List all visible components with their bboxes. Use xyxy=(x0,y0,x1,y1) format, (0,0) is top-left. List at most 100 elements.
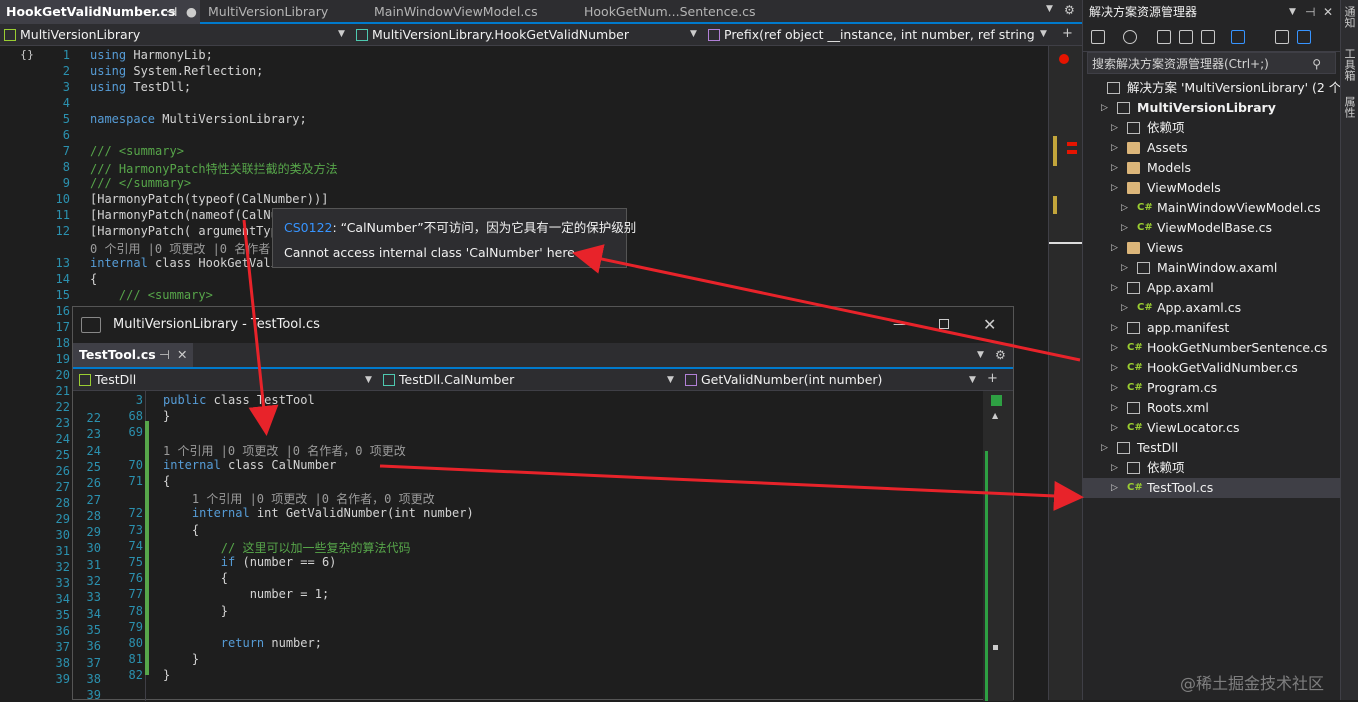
collapse-icon[interactable] xyxy=(1179,30,1193,44)
type-dropdown[interactable]: TestDll.CalNumber xyxy=(379,370,679,390)
expand-icon[interactable]: ▷ xyxy=(1111,458,1118,478)
pin-icon[interactable]: ⊣ xyxy=(159,343,170,367)
expand-icon[interactable]: ▷ xyxy=(1111,358,1118,378)
tree-item[interactable]: ▷ ViewModels xyxy=(1083,178,1341,198)
pin-icon[interactable]: ⊣ xyxy=(1305,0,1315,24)
history-icon[interactable] xyxy=(1123,30,1137,44)
tab-hookgetvalidnumber[interactable]: HookGetValidNumber.cs ⊣ ● xyxy=(0,0,200,24)
chevron-down-icon[interactable]: ▼ xyxy=(365,375,372,385)
copy-icon[interactable] xyxy=(1201,30,1215,44)
close-icon[interactable]: ✕ xyxy=(177,343,187,367)
preview-icon[interactable] xyxy=(1297,30,1311,44)
toolbox-tab[interactable]: 工具箱 xyxy=(1343,48,1357,81)
member-dropdown[interactable]: Prefix(ref object __instance, int number… xyxy=(704,25,1036,45)
tree-item[interactable]: ▷ MainWindow.axaml xyxy=(1083,258,1341,278)
project-dropdown[interactable]: MultiVersionLibrary xyxy=(0,25,348,45)
type-dropdown[interactable]: MultiVersionLibrary.HookGetValidNumber xyxy=(352,25,698,45)
chevron-down-icon[interactable]: ▼ xyxy=(667,375,674,385)
member-dropdown[interactable]: GetValidNumber(int number) xyxy=(681,370,971,390)
type-label: TestDll.CalNumber xyxy=(399,372,515,387)
search-icon[interactable]: ⚲ xyxy=(1312,53,1321,75)
tab-testtool[interactable]: TestTool.cs ⊣ ✕ xyxy=(73,343,193,367)
expand-icon[interactable]: ▷ xyxy=(1111,418,1118,438)
floating-navigation-bar: TestDll ▼ TestDll.CalNumber ▼ GetValidNu… xyxy=(73,369,1013,391)
chevron-down-icon[interactable]: ▼ xyxy=(1040,29,1047,39)
folder-icon xyxy=(1127,142,1140,154)
tree-item[interactable]: ▷ MultiVersionLibrary xyxy=(1083,98,1341,118)
tree-item[interactable]: ▷ C# App.axaml.cs xyxy=(1083,298,1341,318)
settings-gear-icon[interactable]: ⚙ xyxy=(1064,3,1075,17)
chevron-down-icon[interactable]: ▼ xyxy=(969,375,976,385)
tab-multiversionlibrary[interactable]: MultiVersionLibrary xyxy=(202,0,362,24)
expand-icon[interactable]: ▷ xyxy=(1121,218,1128,238)
close-icon[interactable]: ✕ xyxy=(983,307,996,343)
tab-hookgetnumbersentence[interactable]: HookGetNum...Sentence.cs xyxy=(578,0,778,24)
tab-overflow-icon[interactable]: ▼ xyxy=(1046,4,1053,14)
expand-icon[interactable]: ▷ xyxy=(1111,318,1118,338)
expand-icon[interactable]: ▷ xyxy=(1111,118,1118,138)
tree-item[interactable]: ▷ Views xyxy=(1083,238,1341,258)
pin-icon[interactable]: ⊣ xyxy=(166,0,177,24)
editor-scrollbar[interactable] xyxy=(1048,46,1083,700)
expand-icon[interactable]: ▷ xyxy=(1121,198,1128,218)
expand-icon[interactable]: ▷ xyxy=(1111,378,1118,398)
tab-overflow-icon[interactable]: ▼ xyxy=(977,350,984,360)
expand-icon[interactable]: ▷ xyxy=(1111,398,1118,418)
line-number: 76 xyxy=(128,571,143,586)
expand-icon[interactable]: ▷ xyxy=(1111,158,1118,178)
solution-search-input[interactable]: 搜索解决方案资源管理器(Ctrl+;) ⚲ xyxy=(1087,52,1336,74)
expand-icon[interactable]: ▷ xyxy=(1121,298,1128,318)
expand-icon[interactable]: ▷ xyxy=(1111,478,1118,498)
floating-editor-window[interactable]: MultiVersionLibrary - TestTool.cs — ✕ Te… xyxy=(72,306,1014,702)
vs-icon[interactable] xyxy=(1091,30,1105,44)
minimize-icon[interactable]: — xyxy=(893,307,906,343)
expand-icon[interactable]: ▷ xyxy=(1121,258,1128,278)
tree-item[interactable]: ▷ C# ViewLocator.cs xyxy=(1083,418,1341,438)
chevron-down-icon[interactable]: ▼ xyxy=(690,29,697,39)
tree-item[interactable]: ▷ Roots.xml xyxy=(1083,398,1341,418)
tree-item[interactable]: ▷ C# HookGetNumberSentence.cs xyxy=(1083,338,1341,358)
split-icon[interactable]: + xyxy=(987,371,998,386)
expand-icon[interactable]: ▷ xyxy=(1111,178,1118,198)
tree-item[interactable]: ▷ app.manifest xyxy=(1083,318,1341,338)
scroll-up-icon[interactable]: ▲ xyxy=(992,411,998,420)
tree-item[interactable]: ▷ 依赖项 xyxy=(1083,458,1341,478)
tree-item[interactable]: 解决方案 'MultiVersionLibrary' (2 个项目，共 xyxy=(1083,78,1358,98)
tree-item[interactable]: ▷ C# HookGetValidNumber.cs xyxy=(1083,358,1341,378)
expand-icon[interactable]: ▷ xyxy=(1111,238,1118,258)
chevron-down-icon[interactable]: ▼ xyxy=(1289,0,1296,24)
window-titlebar[interactable]: MultiVersionLibrary - TestTool.cs — ✕ xyxy=(73,307,1013,343)
line-number: 78 xyxy=(128,603,143,618)
expand-icon[interactable]: ▷ xyxy=(1101,98,1108,118)
tab-mainwindowviewmodel[interactable]: MainWindowViewModel.cs xyxy=(368,0,568,24)
tree-item[interactable]: ▷ 依赖项 xyxy=(1083,118,1341,138)
sync-icon[interactable] xyxy=(1157,30,1171,44)
floating-code-editor[interactable]: 22 23 24 25 26 27 28 29 30 31 32 33 34 35 36 37 38 39 3 pu… xyxy=(73,391,1013,702)
chevron-down-icon[interactable]: ▼ xyxy=(338,29,345,39)
tree-item[interactable]: ▷ C# Program.cs xyxy=(1083,378,1341,398)
wrench-icon[interactable] xyxy=(1275,30,1289,44)
tree-item[interactable]: ▷ C# ViewModelBase.cs xyxy=(1083,218,1341,238)
tree-item[interactable]: ▷ C# MainWindowViewModel.cs xyxy=(1083,198,1341,218)
split-icon[interactable]: + xyxy=(1062,26,1073,41)
tree-item[interactable]: ▷ C# TestTool.cs xyxy=(1083,478,1341,498)
error-code-link[interactable]: CS0122 xyxy=(284,220,332,235)
expand-icon[interactable]: ▷ xyxy=(1111,138,1118,158)
line-number: 34 xyxy=(55,592,70,606)
expand-icon[interactable]: ▷ xyxy=(1101,438,1108,458)
expand-icon[interactable]: ▷ xyxy=(1111,278,1118,298)
settings-gear-icon[interactable]: ⚙ xyxy=(995,348,1006,362)
close-dot-icon[interactable]: ● xyxy=(186,0,197,24)
filter-icon[interactable] xyxy=(1231,30,1245,44)
expand-icon[interactable]: ▷ xyxy=(1111,338,1118,358)
tree-item[interactable]: ▷ Models xyxy=(1083,158,1341,178)
project-dropdown[interactable]: TestDll xyxy=(75,370,375,390)
tree-item[interactable]: ▷ Assets xyxy=(1083,138,1341,158)
properties-tab[interactable]: 属性 xyxy=(1343,96,1357,118)
floating-scrollbar[interactable]: ▲ xyxy=(983,391,1013,701)
tree-item[interactable]: ▷ TestDll xyxy=(1083,438,1341,458)
tree-item[interactable]: ▷ App.axaml xyxy=(1083,278,1341,298)
close-icon[interactable]: ✕ xyxy=(1323,0,1333,24)
notifications-tab[interactable]: 通知 xyxy=(1343,6,1357,28)
maximize-icon[interactable] xyxy=(939,319,949,329)
